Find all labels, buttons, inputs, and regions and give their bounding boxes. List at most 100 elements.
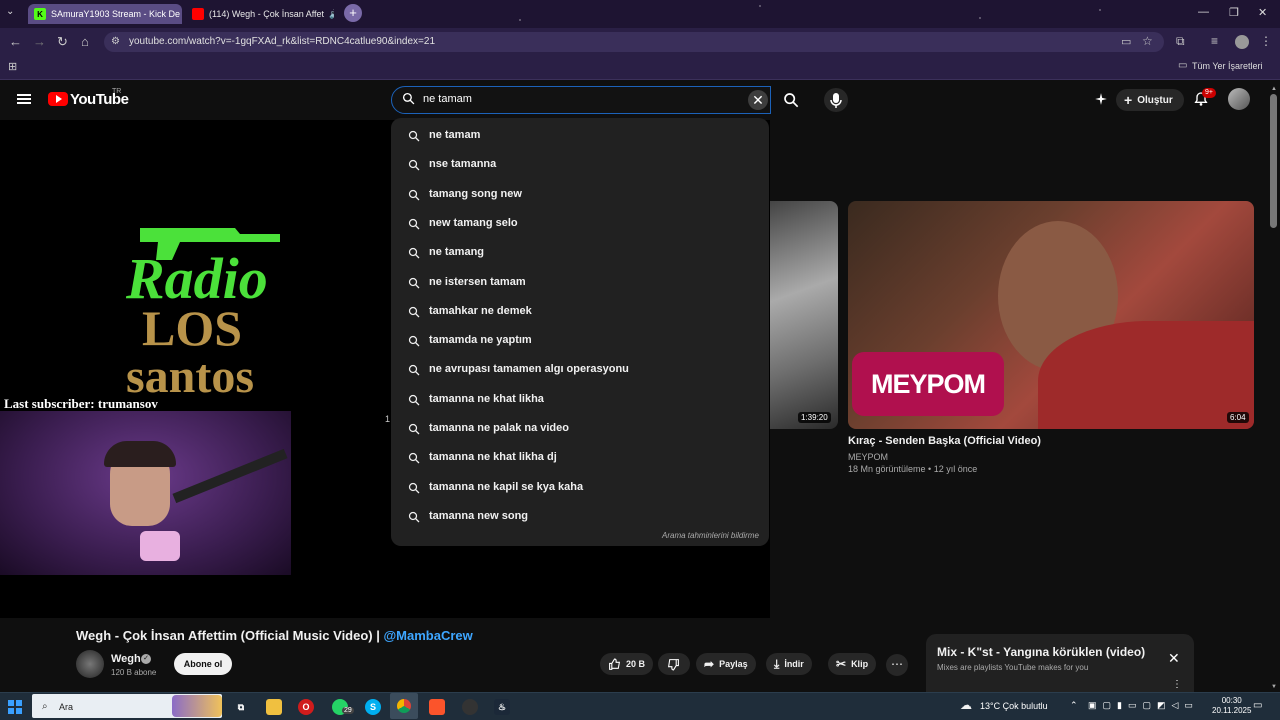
mix-title[interactable]: Mix - K"st - Yangına körüklen (video) [937,645,1145,659]
dislike-button[interactable] [658,653,690,675]
speaker-icon[interactable]: 🔊 [329,9,334,20]
mix-subtitle: Mixes are playlists YouTube makes for yo… [937,663,1089,672]
search-suggestion[interactable]: nse tamanna [391,149,769,178]
extensions-icon[interactable]: ⧉ [1176,34,1185,49]
search-suggestion[interactable]: ne tamang [391,237,769,266]
tab-kick-stream[interactable]: K SAmuraY1903 Stream - Kick De ✕ [28,4,182,24]
mix-more-icon[interactable]: ⋮ [1172,679,1182,690]
overlay-text: 1 [385,414,391,424]
taskbar-search-icon: ⌕ [42,701,48,712]
search-icon [402,92,415,110]
brave-icon[interactable] [429,699,445,715]
tab-search-chevron-icon[interactable]: ⌄ [6,6,14,17]
search-suggestion[interactable]: tamanna ne khat likha [391,384,769,413]
search-suggestion[interactable]: new tamang selo [391,208,769,237]
download-button[interactable]: ⤓ İndir [766,653,812,675]
search-suggestion[interactable]: ne istersen tamam [391,267,769,296]
guide-menu-icon[interactable] [17,94,31,104]
search-suggestion[interactable]: tamanna ne palak na video [391,413,769,442]
mix-close-icon[interactable]: ✕ [1168,650,1180,667]
url-text[interactable]: youtube.com/watch?v=-1gqFXAd_rk&list=RDN… [129,36,435,47]
restore-icon[interactable]: ❐ [1229,6,1239,19]
search-suggestion[interactable]: tamamda ne yaptım [391,325,769,354]
video-title-text: Wegh - Çok İnsan Affettim (Official Musi… [76,628,384,643]
youtube-favicon-icon [192,8,204,20]
report-predictions-link[interactable]: Arama tahminlerini bildirme [662,531,759,540]
scroll-down-icon[interactable]: ▼ [1271,684,1277,690]
search-suggestion[interactable]: tamanna ne kapil se kya kaha [391,472,769,501]
opera-icon[interactable]: O [298,699,314,715]
skype-icon[interactable]: S [365,699,381,715]
account-avatar[interactable] [1228,88,1250,110]
scroll-up-icon[interactable]: ▲ [1271,86,1277,92]
tab-youtube[interactable]: (114) Wegh - Çok İnsan Affet 🔊 ✕ [186,4,334,24]
app-icon[interactable] [462,699,478,715]
clear-search-button[interactable]: ✕ [748,90,768,110]
back-icon[interactable]: ← [9,34,22,49]
tray-chevron-icon[interactable]: ⌃ [1070,700,1078,711]
notification-center-icon[interactable]: ▭ [1253,700,1262,711]
clip-button[interactable]: ✂ Klip [828,653,877,675]
download-icon: ⤓ [774,656,780,671]
recommended-channel[interactable]: MEYPOM [848,452,888,462]
forward-icon[interactable]: → [33,34,46,49]
channel-handle-link[interactable]: @MambaCrew [383,628,472,643]
radio-los-santos-logo: Radio LOS santos [120,220,320,403]
profile-avatar[interactable] [1235,35,1249,49]
search-suggestion[interactable]: tamahkar ne demek [391,296,769,325]
search-input[interactable] [423,91,743,107]
task-view-icon[interactable]: ⧉ [233,699,249,715]
search-suggestion[interactable]: tamang song new [391,179,769,208]
reload-icon[interactable]: ↻ [57,34,68,50]
apps-grid-icon[interactable]: ⊞ [8,60,17,73]
search-suggestions-dropdown: ne tamam nse tamanna tamang song new new ta… [391,118,769,546]
suggestion-label: ne istersen tamam [429,275,526,288]
search-suggestion[interactable]: tamanna new song [391,501,769,530]
browser-menu-icon[interactable]: ⋮ [1260,34,1272,48]
like-button[interactable]: 20 B [600,653,654,675]
search-suggestion[interactable]: ne avrupası tamamen algı operasyonu [391,354,769,383]
recommended-title[interactable]: Kıraç - Senden Başka (Official Video) [848,435,1041,447]
home-icon[interactable]: ⌂ [81,34,89,49]
file-explorer-icon[interactable] [266,699,282,715]
duration-badge: 6:04 [1227,412,1249,423]
all-bookmarks-link[interactable]: Tüm Yer İşaretleri [1192,61,1263,71]
suggestion-label: ne tamang [429,246,485,259]
media-control-icon[interactable]: ≡ [1211,34,1218,48]
new-tab-button[interactable]: + [344,4,362,22]
share-label: Paylaş [719,659,748,669]
voice-search-button[interactable] [824,88,848,112]
system-tray-icons[interactable]: ▣▢▮▭▢◩◁▭ [1088,700,1199,711]
taskbar-clock[interactable]: 00:30 20.11.2025 [1212,696,1251,716]
chrome-taskbar-button[interactable] [390,693,418,719]
search-suggestion[interactable]: ne tamam [391,120,769,149]
subscribe-button[interactable]: Abone ol [174,653,232,675]
site-info-icon[interactable]: ⚙ [111,36,120,47]
like-count: 20 B [626,659,646,669]
youtube-logo-icon[interactable] [48,92,68,106]
create-label: Oluştur [1137,94,1173,106]
sparkle-icon[interactable] [1094,92,1108,111]
channel-name[interactable]: Wegh [111,653,141,665]
recommended-thumbnail[interactable] [770,201,838,429]
create-button[interactable]: + Oluştur [1116,89,1184,111]
share-button[interactable]: ➦ Paylaş [696,653,756,675]
suggestion-label: ne tamam [429,129,481,141]
page-scrollbar[interactable] [1270,94,1277,228]
search-icon [408,158,420,176]
channel-avatar[interactable] [76,650,104,678]
folder-icon: ▭ [1178,60,1188,71]
bookmark-star-icon[interactable]: ☆ [1142,34,1153,48]
minimize-icon[interactable]: — [1198,6,1209,18]
windows-start-icon[interactable] [8,700,22,714]
search-button[interactable] [778,86,804,114]
search-icon [408,334,420,352]
steam-icon[interactable]: ♨ [494,699,510,715]
install-app-icon[interactable]: ▭ [1121,35,1131,48]
svg-text:LOS: LOS [142,300,242,356]
window-close-icon[interactable]: ✕ [1258,6,1267,19]
search-suggestion[interactable]: tamanna ne khat likha dj [391,442,769,471]
suggestion-label: tamanna new song [429,509,529,522]
more-actions-icon[interactable]: ⋯ [886,654,908,676]
weather-text[interactable]: 13°C Çok bulutlu [980,701,1048,711]
